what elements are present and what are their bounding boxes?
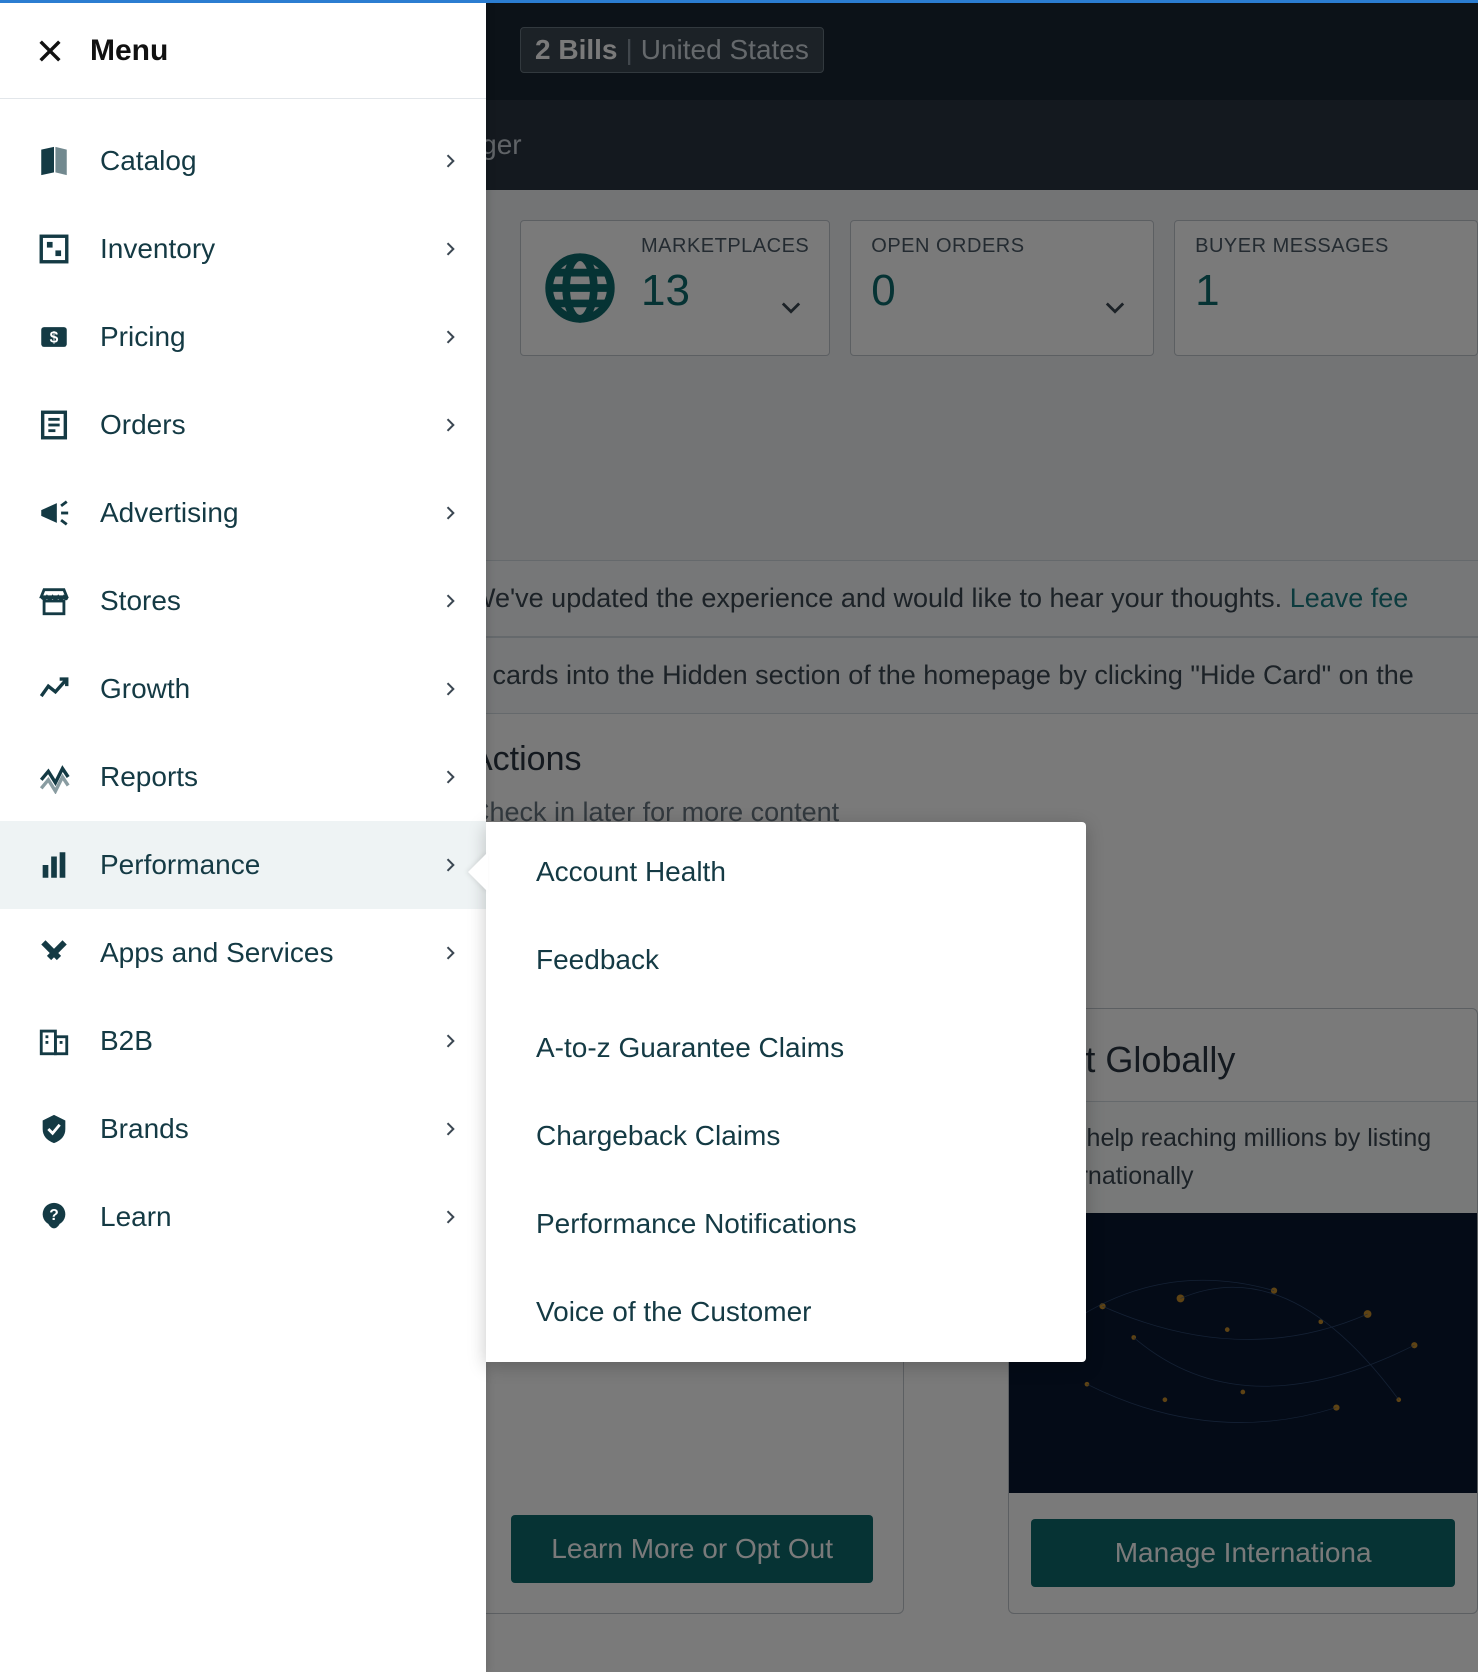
flyout-pointer [468,852,488,892]
performance-submenu: Account Health Feedback A-to-z Guarantee… [486,822,1086,1362]
chevron-right-icon [440,679,460,699]
menu-item-learn[interactable]: ? Learn [0,1173,486,1261]
menu-item-apps-and-services[interactable]: Apps and Services [0,909,486,997]
b2b-icon [34,1024,74,1058]
menu-item-stores[interactable]: Stores [0,557,486,645]
submenu-account-health[interactable]: Account Health [486,828,1086,916]
menu-header: Menu [0,3,486,99]
orders-icon [34,408,74,442]
menu-item-reports[interactable]: Reports [0,733,486,821]
chevron-right-icon [440,415,460,435]
menu-label: Performance [100,849,414,881]
chevron-right-icon [440,591,460,611]
menu-label: Brands [100,1113,414,1145]
advertising-icon [34,496,74,530]
stores-icon [34,584,74,618]
menu-label: B2B [100,1025,414,1057]
apps-icon [34,936,74,970]
chevron-right-icon [440,855,460,875]
chevron-right-icon [440,239,460,259]
menu-label: Reports [100,761,414,793]
menu-label: Advertising [100,497,414,529]
brands-icon [34,1112,74,1146]
chevron-right-icon [440,1119,460,1139]
chevron-right-icon [440,151,460,171]
menu-label: Inventory [100,233,414,265]
menu-item-performance[interactable]: Performance [0,821,486,909]
menu-label: Stores [100,585,414,617]
close-icon[interactable] [34,35,66,67]
menu-item-catalog[interactable]: Catalog [0,117,486,205]
menu-label: Pricing [100,321,414,353]
menu-title: Menu [90,34,168,68]
pricing-icon: $ [34,320,74,354]
catalog-icon [34,144,74,178]
performance-icon [34,848,74,882]
chevron-right-icon [440,327,460,347]
submenu-feedback[interactable]: Feedback [486,916,1086,1004]
menu-label: Growth [100,673,414,705]
menu-item-orders[interactable]: Orders [0,381,486,469]
svg-text:$: $ [50,330,59,347]
chevron-right-icon [440,1031,460,1051]
menu-label: Catalog [100,145,414,177]
submenu-chargeback-claims[interactable]: Chargeback Claims [486,1092,1086,1180]
submenu-atoz-claims[interactable]: A-to-z Guarantee Claims [486,1004,1086,1092]
menu-item-inventory[interactable]: Inventory [0,205,486,293]
menu-label: Learn [100,1201,414,1233]
menu-item-b2b[interactable]: B2B [0,997,486,1085]
learn-icon: ? [34,1200,74,1234]
chevron-right-icon [440,1207,460,1227]
chevron-right-icon [440,503,460,523]
menu-label: Apps and Services [100,937,414,969]
menu-label: Orders [100,409,414,441]
menu-item-growth[interactable]: Growth [0,645,486,733]
menu-item-advertising[interactable]: Advertising [0,469,486,557]
menu-item-brands[interactable]: Brands [0,1085,486,1173]
submenu-performance-notifications[interactable]: Performance Notifications [486,1180,1086,1268]
chevron-right-icon [440,767,460,787]
menu-list: Catalog Inventory $ Pricing Orders [0,99,486,1261]
svg-text:?: ? [49,1207,59,1224]
chevron-right-icon [440,943,460,963]
inventory-icon [34,232,74,266]
menu-item-pricing[interactable]: $ Pricing [0,293,486,381]
menu-panel: Menu Catalog Inventory $ Pricing [0,3,486,1672]
submenu-voice-of-customer[interactable]: Voice of the Customer [486,1268,1086,1356]
growth-icon [34,672,74,706]
reports-icon [34,760,74,794]
